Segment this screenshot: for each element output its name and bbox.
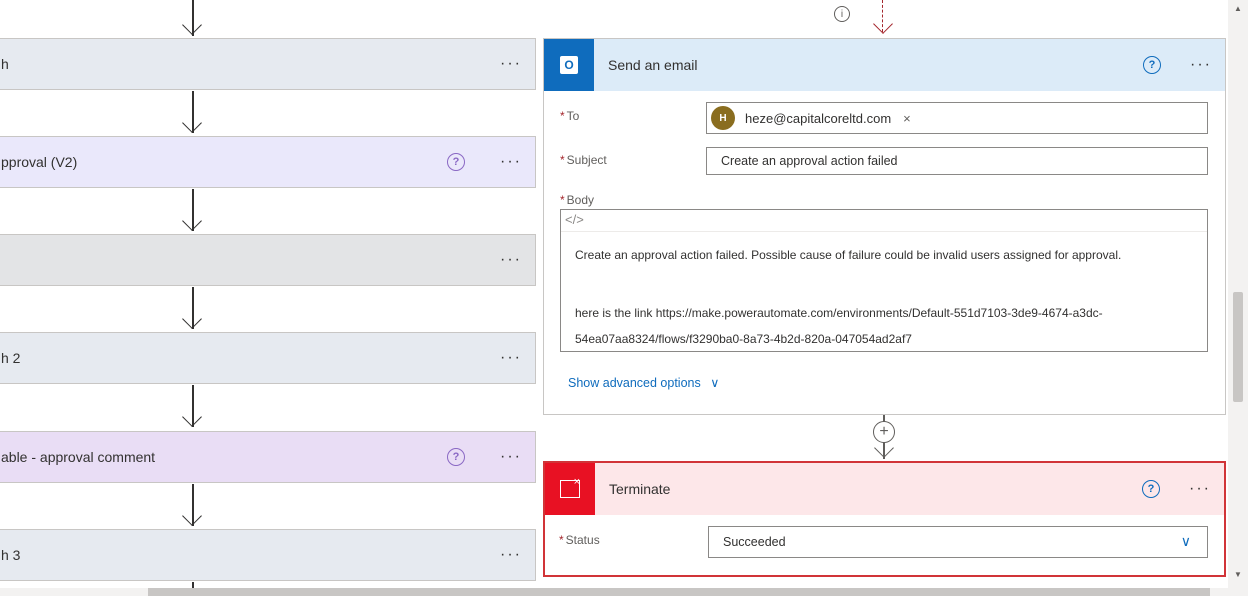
action-card-branch[interactable]: h ···	[0, 38, 536, 90]
more-options-button[interactable]: ···	[491, 153, 531, 171]
outlook-icon: O	[544, 39, 594, 91]
card-title: h	[1, 56, 9, 72]
info-icon[interactable]: i	[834, 6, 850, 22]
action-card-approval[interactable]: pproval (V2) ? ···	[0, 136, 536, 188]
send-email-header[interactable]: O Send an email ? ···	[544, 39, 1225, 91]
show-advanced-options-link[interactable]: Show advanced options ∨	[568, 375, 719, 390]
body-text-line: 54ea07aa8324/flows/f3290ba0-8a73-4b2d-82…	[575, 332, 912, 346]
more-options-button[interactable]: ···	[491, 349, 531, 367]
card-title: h 2	[1, 350, 21, 366]
scroll-down-arrow-icon[interactable]: ▼	[1234, 570, 1242, 579]
more-options-button[interactable]: ···	[1181, 56, 1221, 74]
recipient-token[interactable]: H heze@capitalcoreltd.com ×	[711, 105, 911, 131]
action-card-condition[interactable]: ···	[0, 234, 536, 286]
action-card-branch-2[interactable]: h 2 ···	[0, 332, 536, 384]
body-text-line: Create an approval action failed. Possib…	[575, 248, 1122, 262]
scroll-up-arrow-icon[interactable]: ▲	[1234, 4, 1242, 13]
subject-label: * Subject	[560, 153, 607, 167]
more-options-button[interactable]: ···	[491, 448, 531, 466]
horizontal-scrollbar-thumb[interactable]	[148, 588, 1210, 596]
card-title: Terminate	[609, 481, 671, 497]
chevron-down-icon: ∨	[1180, 533, 1191, 549]
chevron-down-icon: ∨	[710, 376, 720, 390]
action-card-set-variable[interactable]: able - approval comment ? ···	[0, 431, 536, 483]
card-title: Send an email	[608, 57, 698, 73]
card-title: able - approval comment	[1, 449, 156, 465]
send-email-card[interactable]: O Send an email ? ··· * To H heze@capital…	[543, 38, 1226, 415]
card-title: pproval (V2)	[1, 154, 78, 170]
code-view-icon[interactable]: </>	[565, 212, 584, 227]
connector-arrow	[182, 113, 202, 133]
recipient-email: heze@capitalcoreltd.com	[745, 110, 892, 126]
subject-field[interactable]: Create an approval action failed	[706, 147, 1208, 175]
connector-arrow	[182, 211, 202, 231]
more-options-button[interactable]: ···	[491, 546, 531, 564]
help-icon[interactable]: ?	[447, 448, 465, 466]
card-title: h 3	[1, 547, 21, 563]
terminate-card[interactable]: Terminate ? ··· *Status Succeeded ∨	[543, 461, 1226, 577]
help-icon[interactable]: ?	[1143, 56, 1161, 74]
connector-arrow	[182, 15, 202, 35]
vertical-scrollbar-thumb[interactable]	[1233, 292, 1243, 402]
status-label: * Status	[559, 533, 600, 547]
body-text-line: here is the link https://make.powerautom…	[575, 306, 1103, 320]
body-label: * Body	[560, 193, 595, 207]
help-icon[interactable]: ?	[1142, 480, 1160, 498]
connector-arrow	[182, 309, 202, 329]
more-options-button[interactable]: ···	[491, 251, 531, 269]
status-select[interactable]: Succeeded ∨	[708, 526, 1208, 558]
body-field[interactable]: </> Create an approval action failed. Po…	[560, 209, 1208, 352]
to-label: * To	[560, 109, 580, 123]
more-options-button[interactable]: ···	[491, 55, 531, 73]
more-options-button[interactable]: ···	[1180, 480, 1220, 498]
action-card-branch-3[interactable]: h 3 ···	[0, 529, 536, 581]
terminate-icon	[545, 463, 595, 515]
flow-canvas: h ··· pproval (V2) ? ··· ··· h 2 ··· abl…	[0, 0, 1228, 588]
help-icon[interactable]: ?	[447, 153, 465, 171]
terminate-header[interactable]: Terminate ? ···	[545, 463, 1224, 515]
run-after-arrow	[873, 14, 893, 34]
connector-arrow	[182, 506, 202, 526]
to-field[interactable]: H heze@capitalcoreltd.com ×	[706, 102, 1208, 134]
avatar: H	[711, 106, 735, 130]
close-icon[interactable]: ×	[903, 111, 911, 126]
connector-arrow	[182, 407, 202, 427]
status-value: Succeeded	[723, 535, 786, 549]
